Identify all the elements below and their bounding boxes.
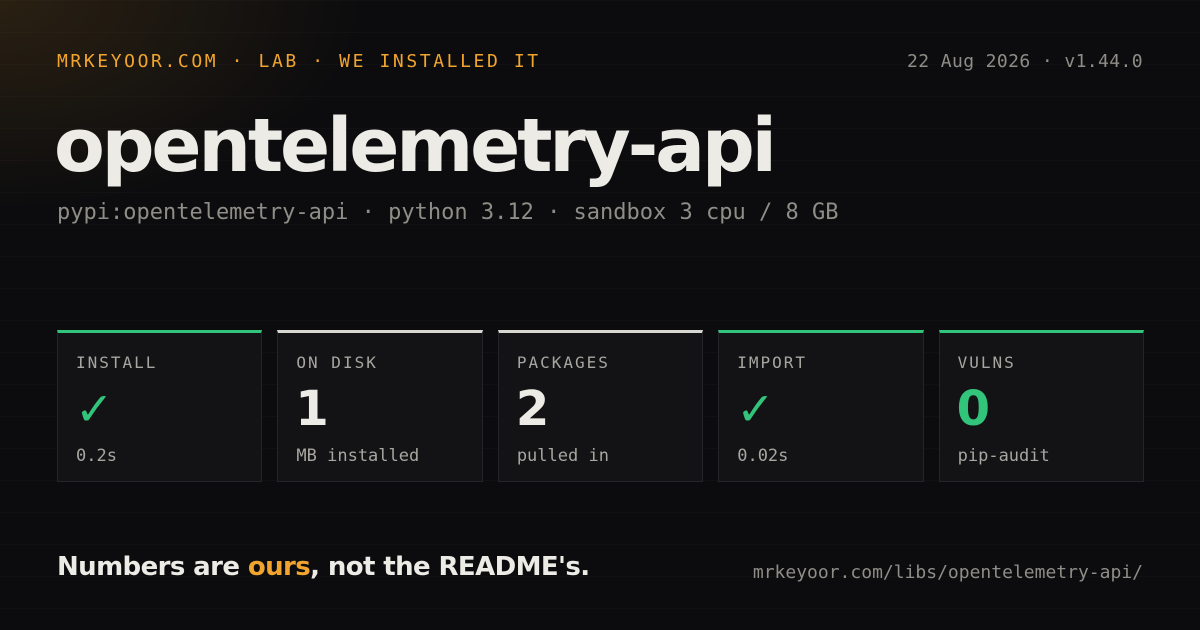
- stat-label: PACKAGES: [516, 353, 610, 372]
- package-subtitle: pypi:opentelemetry-api · python 3.12 · s…: [57, 200, 839, 225]
- tagline-start: Numbers are: [57, 552, 248, 582]
- stat-label: INSTALL: [76, 353, 158, 372]
- header: MRKEYOOR.COM · LAB · WE INSTALLED IT 22 …: [57, 48, 1143, 74]
- stat-value: 1: [295, 381, 329, 437]
- stat-note: 0.02s: [737, 446, 789, 466]
- stat-label: IMPORT: [737, 353, 808, 372]
- stat-value: 2: [515, 381, 550, 437]
- stat-card-vulns: VULNS 0 pip-audit: [938, 330, 1145, 482]
- stat-card-install: INSTALL ✓ 0.2s: [57, 330, 263, 482]
- page-url: mrkeyoor.com/libs/opentelemetry-api/: [752, 562, 1143, 583]
- site-kicker: MRKEYOOR.COM · LAB · WE INSTALLED IT: [57, 50, 541, 72]
- stat-card-packages: PACKAGES 2 pulled in: [497, 330, 704, 482]
- tagline-accent: ours: [247, 552, 311, 582]
- date-version: 22 Aug 2026 · v1.44.0: [907, 50, 1143, 72]
- tagline-end: , not the README's.: [310, 552, 590, 582]
- package-title: opentelemetry-api: [54, 103, 777, 189]
- stat-label: ON DISK: [296, 353, 378, 372]
- check-icon: ✓: [736, 382, 775, 436]
- stat-card-import: IMPORT ✓ 0.02s: [718, 330, 924, 482]
- stat-value: 0: [956, 381, 991, 437]
- check-icon: ✓: [75, 382, 114, 436]
- stat-note: pulled in: [516, 446, 609, 466]
- stat-note: pip-audit: [957, 446, 1050, 466]
- stat-label: VULNS: [957, 353, 1016, 372]
- stats-cards: INSTALL ✓ 0.2s ON DISK 1 MB installed PA…: [57, 330, 1145, 482]
- tagline: Numbers are ours, not the README's.: [57, 552, 590, 582]
- stat-card-on-disk: ON DISK 1 MB installed: [277, 330, 483, 482]
- background: [0, 0, 1200, 630]
- stat-note: MB installed: [296, 446, 420, 466]
- stat-note: 0.2s: [76, 446, 117, 466]
